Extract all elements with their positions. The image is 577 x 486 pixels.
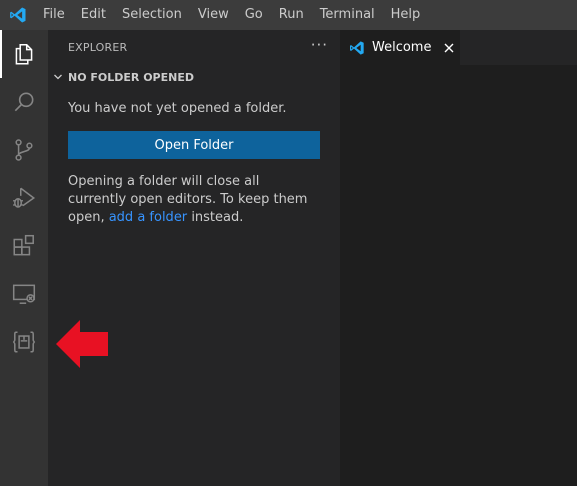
editor-tabs-bar: Welcome	[340, 30, 577, 65]
red-arrow-annotation	[55, 318, 109, 370]
menu-view[interactable]: View	[190, 0, 237, 30]
section-title: NO FOLDER OPENED	[68, 70, 194, 84]
remote-explorer-icon[interactable]	[0, 270, 48, 318]
open-folder-button[interactable]: Open Folder	[68, 131, 320, 159]
open-folder-hint: Opening a folder will close all currentl…	[68, 173, 318, 227]
menu-bar: File Edit Selection View Go Run Terminal…	[35, 0, 428, 30]
vscode-logo-icon	[0, 0, 35, 30]
search-icon[interactable]	[0, 78, 48, 126]
hint-text-before: Opening a folder will close all currentl…	[68, 174, 308, 225]
extension-braces-icon[interactable]	[0, 318, 48, 366]
hint-text-after: instead.	[191, 210, 244, 225]
extensions-icon[interactable]	[0, 222, 48, 270]
menu-help[interactable]: Help	[383, 0, 429, 30]
explorer-icon[interactable]	[0, 30, 48, 78]
chevron-down-icon	[48, 72, 68, 82]
close-icon[interactable]	[441, 40, 457, 56]
sidebar-title: EXPLORER	[68, 41, 128, 54]
more-actions-button[interactable]: ···	[311, 36, 328, 54]
source-control-icon[interactable]	[0, 126, 48, 174]
run-debug-icon[interactable]	[0, 174, 48, 222]
vscode-window: File Edit Selection View Go Run Terminal…	[0, 0, 577, 486]
editor-area: Welcome	[340, 30, 577, 486]
vscode-tab-icon	[349, 40, 365, 56]
menu-run[interactable]: Run	[271, 0, 312, 30]
menu-file[interactable]: File	[35, 0, 73, 30]
add-folder-link[interactable]: add a folder	[109, 210, 187, 225]
explorer-sidebar: EXPLORER ··· NO FOLDER OPENED You have n…	[48, 30, 340, 486]
empty-folder-message: You have not yet opened a folder.	[68, 101, 287, 116]
menu-selection[interactable]: Selection	[114, 0, 190, 30]
menu-terminal[interactable]: Terminal	[312, 0, 383, 30]
menu-go[interactable]: Go	[237, 0, 271, 30]
menu-edit[interactable]: Edit	[73, 0, 114, 30]
title-bar: File Edit Selection View Go Run Terminal…	[0, 0, 577, 30]
activity-bar	[0, 30, 48, 486]
no-folder-section-header[interactable]: NO FOLDER OPENED	[48, 66, 340, 88]
tab-label: Welcome	[372, 40, 432, 55]
tab-welcome[interactable]: Welcome	[340, 30, 460, 65]
